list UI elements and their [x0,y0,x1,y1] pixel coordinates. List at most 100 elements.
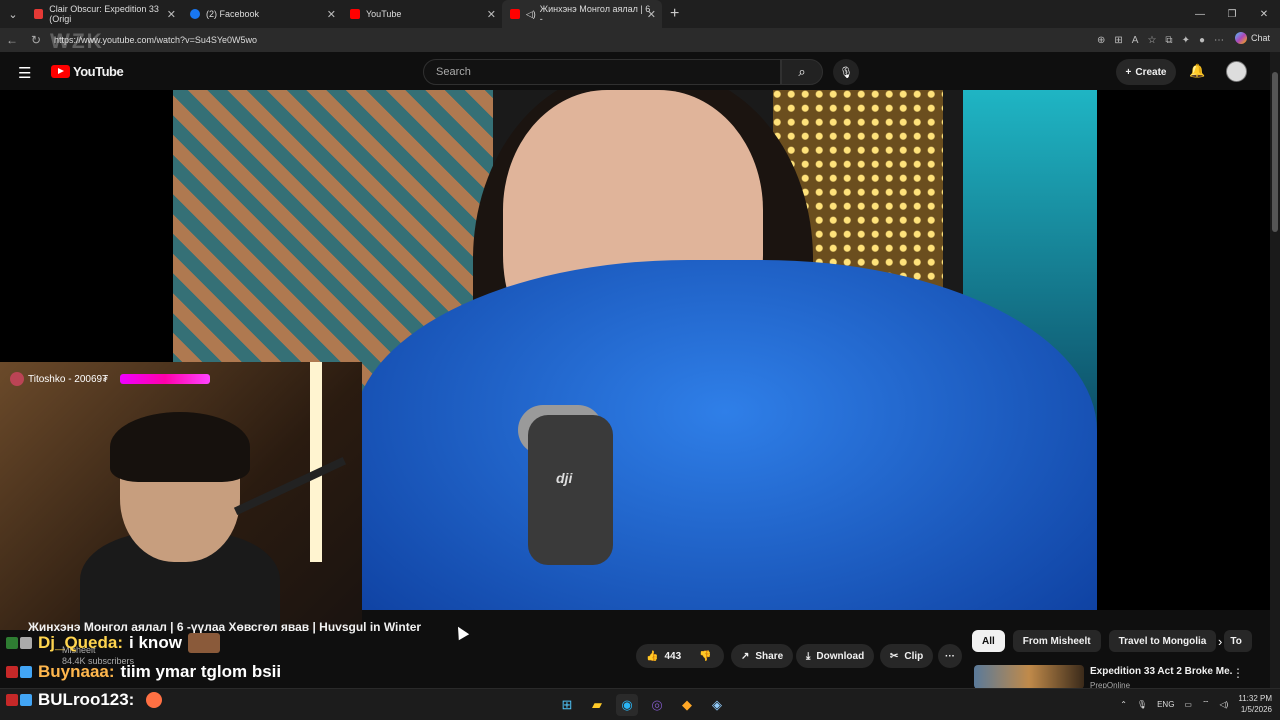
like-icon[interactable]: 👍 [646,651,658,662]
like-count[interactable]: 443 [664,651,681,662]
recommended-video-thumbnail[interactable] [974,665,1084,689]
tab-title: Жинхэнэ Монгол аялал | 6 - [539,4,651,24]
extensions-icon[interactable]: ⧉ [1165,35,1172,46]
chevron-up-icon[interactable]: ⌃ [1120,700,1127,709]
tab-mongolian-trip[interactable]: ◁) Жинхэнэ Монгол аялал | 6 - ✕ [502,0,662,28]
copilot-chat-button[interactable]: Chat [1234,32,1270,44]
file-explorer-icon[interactable]: ▰ [586,694,608,716]
youtube-logo[interactable]: YouTube [51,64,124,79]
address-bar-icons: ⊕ ⊞ A ☆ ⧉ ✦ ● ⋯ [1097,28,1224,52]
browser-tab-bar: ⌄ Clair Obscur: Expedition 33 (Origi ✕ (… [0,0,1280,28]
close-tab-icon[interactable]: ✕ [167,8,176,21]
ring-light [310,362,322,562]
taskbar-apps: ⊞ ▰ ◉ ◎ ◆ ◈ [556,694,728,716]
clock[interactable]: 11:32 PM 1/5/2026 [1238,693,1272,715]
windows-start-icon[interactable]: ⊞ [556,694,578,716]
steam-icon[interactable]: ◈ [706,694,728,716]
chat-label: Chat [1250,33,1270,43]
recommended-video-title[interactable]: Expedition 33 Act 2 Broke Me. [1090,666,1232,677]
read-aloud-icon[interactable]: A [1132,35,1139,46]
more-icon[interactable]: ⋯ [1214,35,1224,46]
streamer-webcam: Titoshko - 20069₮ [0,362,362,630]
language-indicator[interactable]: ENG [1157,700,1174,709]
chip-partial[interactable]: To [1224,630,1253,652]
search-input[interactable]: Search [423,59,781,85]
maximize-icon[interactable]: ❐ [1216,0,1248,28]
account-avatar[interactable] [1226,61,1247,82]
cam-label-text: Titoshko - 20069₮ [28,373,109,385]
edge-icon[interactable]: ◉ [616,694,638,716]
clip-button[interactable]: ✂ Clip [880,644,934,668]
neon-sign [120,374,211,384]
youtube-logo-text: YouTube [73,64,124,79]
chip-all[interactable]: All [972,630,1005,652]
blue-jacket [353,260,1097,610]
close-tab-icon[interactable]: ✕ [487,8,496,21]
tab-title: YouTube [366,9,402,19]
chat-emote [146,692,163,708]
window-controls: — ❐ ✕ [1184,0,1280,28]
chat-badges [6,694,32,706]
donor-avatar-icon [10,372,24,386]
voice-search-button[interactable]: 🎙 [833,59,859,85]
microphone-icon[interactable]: 🎙 [1137,700,1147,709]
kebab-menu-icon[interactable]: ⋮ [1232,666,1244,680]
close-tab-icon[interactable]: ✕ [647,8,656,21]
profile-icon[interactable]: ● [1199,35,1205,46]
volume-icon[interactable]: ◁) [1220,700,1229,709]
discord-icon[interactable]: ◎ [646,694,668,716]
close-window-icon[interactable]: ✕ [1248,0,1280,28]
facebook-favicon-icon [190,9,200,19]
download-button[interactable]: ⤓ Download [796,644,875,668]
tab-youtube[interactable]: YouTube ✕ [342,0,502,28]
refresh-icon[interactable]: ↻ [24,33,48,47]
scissors-icon: ✂ [890,650,899,662]
favorite-icon[interactable]: ☆ [1147,35,1156,46]
mic-icon: 🎙 [839,66,853,79]
chip-travel-mongolia[interactable]: Travel to Mongolia [1108,630,1217,652]
wireless-mic [528,415,613,565]
tab-clair-obscur[interactable]: Clair Obscur: Expedition 33 (Origi ✕ [26,0,182,28]
chevron-right-icon[interactable]: › [1218,634,1222,649]
chat-username: Dj_Queda: [38,633,124,652]
system-tray: ⌃ 🎙 ENG ▭ ⌔ ◁) 11:32 PM 1/5/2026 [1120,693,1272,715]
notifications-bell-icon[interactable]: 🔔 [1189,63,1205,79]
close-tab-icon[interactable]: ✕ [327,8,336,21]
sub-badge-icon [20,694,32,706]
back-icon[interactable]: ← [0,33,24,47]
youtube-play-icon [51,65,70,78]
stream-watermark: WZK [50,30,104,53]
tab-facebook[interactable]: (2) Facebook ✕ [182,0,342,28]
chat-badges [6,637,32,649]
tab-title: Clair Obscur: Expedition 33 (Origi [49,4,159,24]
app-icon[interactable]: ◆ [676,694,698,716]
puzzle-icon[interactable]: ✦ [1182,35,1190,46]
speaker-icon[interactable]: ◁) [526,9,536,20]
new-tab-button[interactable]: + [662,5,687,23]
create-button[interactable]: + Create [1116,59,1176,85]
menu-icon[interactable]: ☰ [18,64,31,82]
chat-message: Dj_Queda: i know [6,633,220,653]
minimize-icon[interactable]: — [1184,0,1216,28]
scrollbar-thumb[interactable] [1272,72,1278,232]
chat-username: Buynaaa: [38,662,115,681]
mic-arm [233,457,347,515]
chip-from-channel[interactable]: From Misheelt [1012,630,1101,652]
sub-badge-icon [6,637,18,649]
share-button[interactable]: ↗ Share [731,644,794,668]
tab-actions-menu-icon[interactable]: ⌄ [0,0,26,28]
youtube-header: ☰ YouTube Search ⌕ 🎙 + Create 🔔 [0,52,1280,90]
page-scrollbar[interactable] [1270,52,1280,688]
display-icon[interactable]: ▭ [1184,700,1192,709]
share-label: Share [755,650,784,662]
apps-icon[interactable]: ⊞ [1114,35,1122,46]
more-actions-button[interactable]: ··· [938,644,962,668]
wifi-icon[interactable]: ⌔ [1202,699,1210,709]
mouse-cursor [452,623,470,641]
search-button[interactable]: ⌕ [781,59,823,85]
translate-icon[interactable]: ⊕ [1097,35,1105,46]
dislike-icon[interactable]: 👎 [699,651,711,662]
bits-badge-icon [6,666,18,678]
share-icon: ↗ [741,650,750,662]
filter-chips: All From Misheelt Travel to Mongolia To [972,630,1253,652]
